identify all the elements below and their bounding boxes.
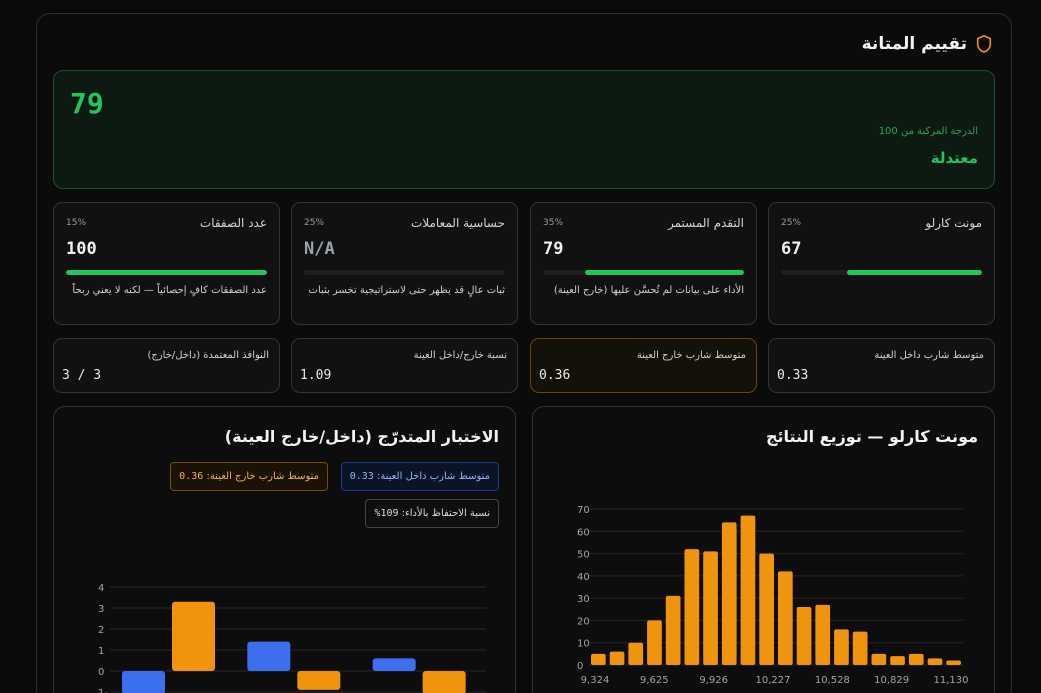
- metric-value: 100: [66, 239, 97, 259]
- metric-value: 79: [543, 239, 564, 259]
- composite-score-card: 79 الدرجة المركبة من 100 معتدلة: [53, 70, 995, 189]
- y-tick-label: 1: [98, 646, 104, 657]
- y-tick-label: 50: [577, 550, 590, 561]
- stat-value: 3 / 3: [62, 368, 102, 383]
- composite-score-value: 79: [70, 87, 104, 120]
- histogram-bar: [591, 653, 606, 665]
- metric-value: 67: [781, 239, 802, 259]
- stat-is-sharpe: متوسط شارب داخل العينة 0.33: [768, 338, 995, 393]
- metric-card-trade-count: عدد الصفقات 15% 100 عدد الصفقات كافٍ إحص…: [53, 202, 280, 325]
- stat-label: متوسط شارب داخل العينة: [874, 350, 984, 361]
- x-tick-label: 10,227: [756, 675, 791, 686]
- stat-label: متوسط شارب خارج العينة: [636, 350, 746, 361]
- x-tick-label: 9,324: [581, 675, 610, 686]
- panel-header: تقييم المتانة: [862, 34, 993, 54]
- walk-forward-chart-card: الاختبار المتدرّج (داخل/خارج العينة) متو…: [53, 406, 516, 693]
- metric-progress-fill: [585, 270, 744, 275]
- histogram-bar: [740, 515, 756, 665]
- y-tick-label: 70: [577, 505, 590, 516]
- histogram-bar: [684, 549, 700, 665]
- metric-card-monte-carlo: مونت كارلو 25% 67: [768, 202, 995, 325]
- histogram-bar: [703, 551, 718, 665]
- metric-weight: 15%: [66, 218, 87, 228]
- metric-description: الأداء على بيانات لم تُحسَّن عليها (خارج…: [553, 285, 744, 296]
- metric-progress-fill: [66, 270, 267, 275]
- metric-card-parameter-sensitivity: حساسية المعاملات 25% N/A ثبات عالٍ قد يظ…: [291, 202, 518, 325]
- histogram-bar: [815, 604, 831, 665]
- in-sample-bar: [372, 658, 416, 671]
- metric-weight: 25%: [304, 218, 325, 228]
- metric-title: حساسية المعاملات: [411, 216, 505, 230]
- metric-progress-fill: [847, 270, 982, 275]
- panel-title: تقييم المتانة: [861, 34, 967, 54]
- y-tick-label: 2: [98, 625, 104, 636]
- histogram-bar: [609, 651, 625, 665]
- metric-weight: 25%: [781, 218, 802, 228]
- stat-value: 1.09: [300, 368, 332, 383]
- composite-score-caption: الدرجة المركبة من 100: [878, 126, 978, 137]
- y-tick-label: 4: [98, 583, 104, 594]
- metric-progress-bar: [781, 270, 982, 275]
- x-tick-label: 10,829: [874, 675, 909, 686]
- y-tick-label: 40: [577, 572, 590, 583]
- robustness-panel: تقييم المتانة 79 الدرجة المركبة من 100 م…: [36, 13, 1012, 693]
- histogram-bar: [796, 607, 812, 665]
- stat-label: النوافذ المعتمدة (داخل/خارج): [147, 350, 269, 361]
- shield-icon: [976, 35, 992, 53]
- composite-score-level: معتدلة: [930, 149, 978, 167]
- x-tick-label: 9,926: [699, 675, 728, 686]
- histogram-bar: [871, 653, 887, 665]
- histogram-bar: [946, 660, 961, 665]
- y-tick-label: 0: [577, 661, 583, 672]
- stat-oos-is-ratio: نسبة خارج/داخل العينة 1.09: [291, 338, 518, 393]
- out-of-sample-bar: [172, 601, 215, 671]
- histogram-bar: [834, 629, 849, 665]
- metric-card-walk-forward: التقدم المستمر 35% 79 الأداء على بيانات …: [530, 202, 757, 325]
- metric-progress-bar: [304, 270, 505, 275]
- stat-windows-passed: النوافذ المعتمدة (داخل/خارج) 3 / 3: [53, 338, 280, 393]
- y-tick-label: -1: [98, 688, 108, 693]
- metric-value: N/A: [304, 239, 335, 259]
- histogram-bar: [852, 631, 868, 665]
- metric-weight: 35%: [543, 218, 564, 228]
- histogram-bar: [647, 620, 662, 665]
- metric-progress-bar: [66, 270, 267, 275]
- out-of-sample-bar: [422, 671, 466, 693]
- in-sample-bar: [122, 671, 165, 693]
- x-tick-label: 10,528: [815, 675, 850, 686]
- stat-oos-sharpe: متوسط شارب خارج العينة 0.36: [530, 338, 757, 393]
- histogram-bar: [759, 553, 774, 665]
- histogram-bar: [890, 656, 905, 665]
- monte-carlo-histogram: 0 10 20 30 40 50 60 70 9,324 9,625 9,926 10,227 10,5…: [577, 505, 969, 686]
- stat-value: 0.36: [539, 368, 571, 383]
- metric-description: ثبات عالٍ قد يظهر حتى لاستراتيجية تخسر ب…: [308, 285, 505, 296]
- histogram-bar: [721, 522, 737, 665]
- monte-carlo-chart-card: مونت كارلو — توزيع النتائج 0 10 20 30 40 50 60…: [532, 406, 995, 693]
- metric-title: التقدم المستمر: [667, 216, 744, 230]
- y-tick-label: 60: [577, 527, 590, 538]
- y-tick-label: 30: [577, 594, 590, 605]
- out-of-sample-bar: [297, 671, 341, 690]
- y-tick-label: 10: [577, 639, 590, 650]
- y-tick-label: 0: [98, 667, 104, 678]
- histogram-bar: [665, 595, 681, 665]
- histogram-bar: [927, 658, 943, 665]
- y-tick-label: 3: [98, 604, 104, 615]
- metric-progress-bar: [543, 270, 744, 275]
- histogram-bar: [778, 571, 793, 665]
- stat-label: نسبة خارج/داخل العينة: [413, 350, 507, 361]
- metric-description: عدد الصفقات كافٍ إحصائياً — لكنه لا يعني…: [72, 285, 267, 296]
- walk-forward-bar-chart: -1 0 1 2 3 4: [98, 583, 486, 693]
- stat-value: 0.33: [777, 368, 809, 383]
- y-tick-label: 20: [577, 616, 590, 627]
- histogram-bar: [908, 653, 924, 665]
- in-sample-bar: [247, 641, 291, 671]
- x-tick-label: 11,130: [934, 675, 969, 686]
- x-tick-label: 9,625: [640, 675, 669, 686]
- metric-title: مونت كارلو: [925, 216, 982, 230]
- metric-title: عدد الصفقات: [199, 216, 267, 230]
- histogram-bar: [628, 642, 644, 665]
